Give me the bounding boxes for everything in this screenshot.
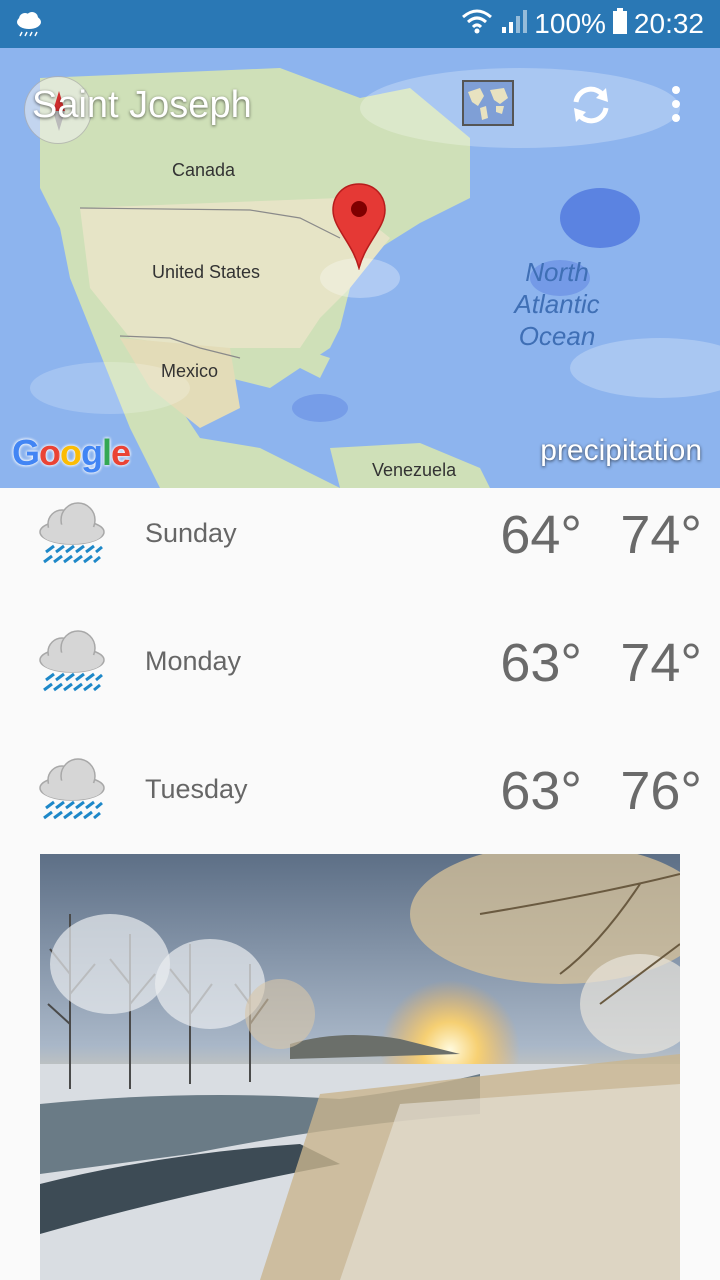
map-label-united-states: United States xyxy=(152,262,261,282)
temp-low: 63° xyxy=(500,761,582,821)
wifi-icon xyxy=(460,7,494,42)
clock: 20:32 xyxy=(633,8,704,39)
rain-cloud-icon xyxy=(36,624,108,698)
forecast-row[interactable]: Sunday 64° 74° xyxy=(0,488,720,616)
cloud-rain-icon xyxy=(14,10,44,38)
day-name: Sunday xyxy=(145,518,237,548)
temp-high: 74° xyxy=(620,505,702,565)
map-layer-label[interactable]: precipitation xyxy=(540,434,702,468)
rain-cloud-icon xyxy=(36,752,108,826)
day-name: Tuesday xyxy=(145,774,248,804)
map-type-button[interactable] xyxy=(462,80,514,126)
forecast-row[interactable]: Monday 63° 74° xyxy=(0,616,720,744)
day-name: Monday xyxy=(145,646,242,676)
map-label-ocean: North Atlantic Ocean xyxy=(514,257,600,351)
rain-cloud-icon xyxy=(36,496,108,570)
overflow-menu-button[interactable] xyxy=(660,82,692,128)
temp-high: 76° xyxy=(620,761,702,821)
signal-icon xyxy=(500,7,528,42)
status-bar: 100% 20:32 xyxy=(0,0,720,48)
battery-icon xyxy=(612,7,628,42)
temp-high: 74° xyxy=(620,633,702,693)
winter-landscape-image xyxy=(40,854,680,1280)
map-label-venezuela: Venezuela xyxy=(372,460,457,480)
map-label-canada: Canada xyxy=(172,160,236,180)
refresh-icon xyxy=(573,86,609,124)
city-title: Saint Joseph xyxy=(32,84,252,126)
world-map-icon xyxy=(464,82,512,124)
temp-low: 63° xyxy=(500,633,582,693)
forecast-row[interactable]: Tuesday 63° 76° xyxy=(0,744,720,872)
location-pin-icon[interactable] xyxy=(330,182,388,271)
more-vertical-icon xyxy=(672,86,680,122)
google-logo: Google xyxy=(12,432,131,473)
battery-percent: 100% xyxy=(534,8,606,39)
temp-low: 64° xyxy=(500,505,582,565)
refresh-button[interactable] xyxy=(566,80,616,130)
map-label-mexico: Mexico xyxy=(161,361,219,381)
weather-map[interactable]: Canada United States Mexico Venezuela No… xyxy=(0,48,720,488)
